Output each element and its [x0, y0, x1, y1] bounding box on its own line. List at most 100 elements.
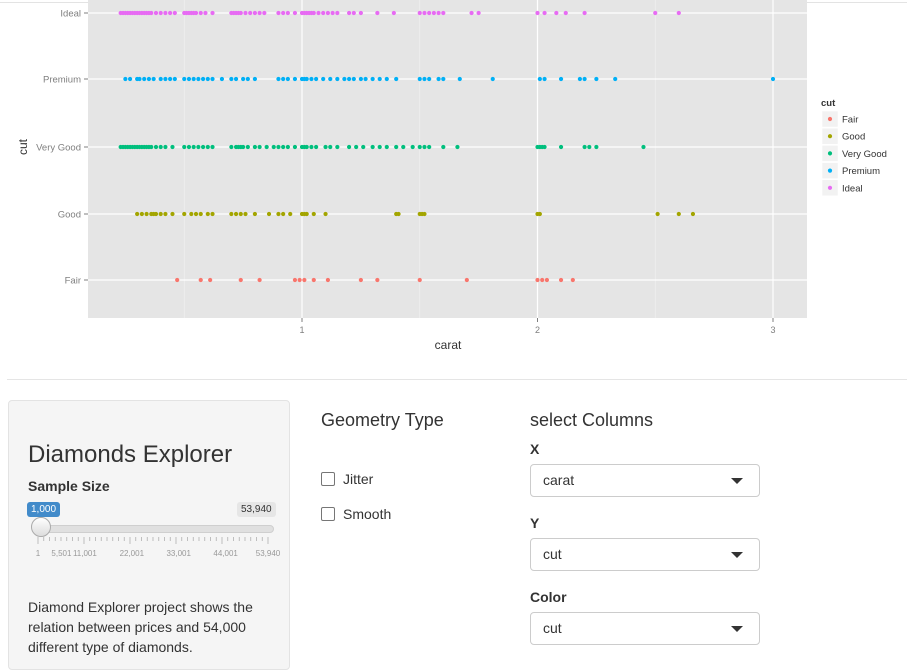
- jitter-checkbox-box[interactable]: [321, 472, 335, 486]
- data-point: [342, 76, 347, 82]
- data-point: [238, 277, 243, 283]
- data-point: [158, 10, 163, 16]
- data-point: [168, 76, 173, 82]
- data-point: [139, 211, 144, 217]
- data-point: [210, 10, 215, 16]
- legend-label: Good: [842, 132, 865, 143]
- data-point: [189, 211, 194, 217]
- data-point: [537, 211, 542, 217]
- data-point: [441, 76, 446, 82]
- data-point: [594, 76, 599, 82]
- data-point: [335, 144, 340, 150]
- x-axis-title: carat: [435, 338, 462, 352]
- data-point: [309, 76, 314, 82]
- data-point: [172, 76, 177, 82]
- data-point: [210, 211, 215, 217]
- data-point: [427, 144, 432, 150]
- data-point: [241, 76, 246, 82]
- plot-panel: [88, 0, 807, 318]
- x-tick-label: 1: [299, 325, 304, 335]
- data-point: [266, 211, 272, 217]
- y-select[interactable]: cut: [530, 538, 760, 571]
- jitter-label: Jitter: [343, 471, 374, 487]
- smooth-checkbox[interactable]: Smooth: [321, 506, 391, 522]
- data-point: [127, 76, 133, 82]
- slider-max-badge: 53,940: [237, 502, 276, 517]
- data-point: [149, 10, 154, 16]
- data-point: [436, 76, 441, 82]
- data-point: [142, 76, 147, 82]
- legend-label: Premium: [842, 166, 880, 177]
- data-point: [196, 76, 201, 82]
- data-point: [375, 10, 380, 16]
- y-tick-label: Good: [58, 210, 81, 221]
- data-point: [436, 10, 441, 16]
- slider-tick-label: 53,940: [256, 549, 281, 558]
- data-point: [431, 10, 436, 16]
- x-select[interactable]: carat: [530, 464, 760, 497]
- data-point: [641, 144, 646, 150]
- x-tick-label: 3: [770, 325, 775, 335]
- data-point: [252, 76, 257, 82]
- data-point: [208, 277, 213, 283]
- data-point: [335, 76, 340, 82]
- data-point: [540, 277, 545, 283]
- data-point: [417, 10, 422, 16]
- data-point: [542, 144, 547, 150]
- data-point: [149, 144, 154, 150]
- geometry-type-heading: Geometry Type: [321, 410, 444, 430]
- data-point: [252, 211, 257, 217]
- data-point: [276, 10, 281, 16]
- data-point: [158, 144, 163, 150]
- legend-point: [827, 151, 833, 156]
- data-point: [186, 144, 192, 150]
- data-point: [292, 76, 298, 82]
- data-point: [325, 277, 331, 283]
- data-point: [570, 277, 575, 283]
- data-point: [186, 76, 192, 82]
- data-point: [285, 76, 290, 82]
- y-tick-label: Premium: [43, 75, 81, 86]
- data-point: [243, 211, 248, 217]
- data-point: [328, 76, 333, 82]
- data-point: [262, 10, 267, 16]
- slider-handle[interactable]: [31, 517, 51, 537]
- data-point: [384, 76, 389, 82]
- data-point: [401, 144, 406, 150]
- data-point: [205, 211, 210, 217]
- data-point: [182, 76, 187, 82]
- data-point: [347, 10, 352, 16]
- legend-point: [827, 134, 833, 139]
- data-point: [544, 277, 550, 283]
- data-point: [582, 144, 587, 150]
- data-point: [358, 76, 363, 82]
- data-point: [137, 76, 142, 82]
- smooth-checkbox-box[interactable]: [321, 507, 335, 521]
- slider-tick-label: 44,001: [213, 549, 238, 558]
- data-point: [690, 211, 696, 217]
- data-point: [163, 76, 168, 82]
- data-point: [243, 10, 248, 16]
- data-point: [252, 144, 257, 150]
- data-point: [210, 76, 215, 82]
- data-point: [151, 76, 156, 82]
- data-point: [193, 10, 199, 16]
- data-point: [276, 76, 281, 82]
- jitter-checkbox[interactable]: Jitter: [321, 471, 373, 487]
- slider-track[interactable]: [34, 525, 274, 533]
- data-point: [476, 10, 481, 16]
- data-point: [455, 144, 460, 150]
- data-point: [377, 76, 382, 82]
- data-point: [172, 10, 177, 16]
- data-point: [558, 76, 564, 82]
- data-point: [210, 144, 215, 150]
- data-point: [257, 144, 262, 150]
- data-point: [653, 10, 658, 16]
- x-tick-label: 2: [535, 325, 540, 335]
- color-select[interactable]: cut: [530, 612, 760, 645]
- data-point: [582, 10, 587, 16]
- data-point: [384, 144, 389, 150]
- data-point: [542, 10, 547, 16]
- data-point: [347, 144, 352, 150]
- legend-title: cut: [821, 98, 836, 109]
